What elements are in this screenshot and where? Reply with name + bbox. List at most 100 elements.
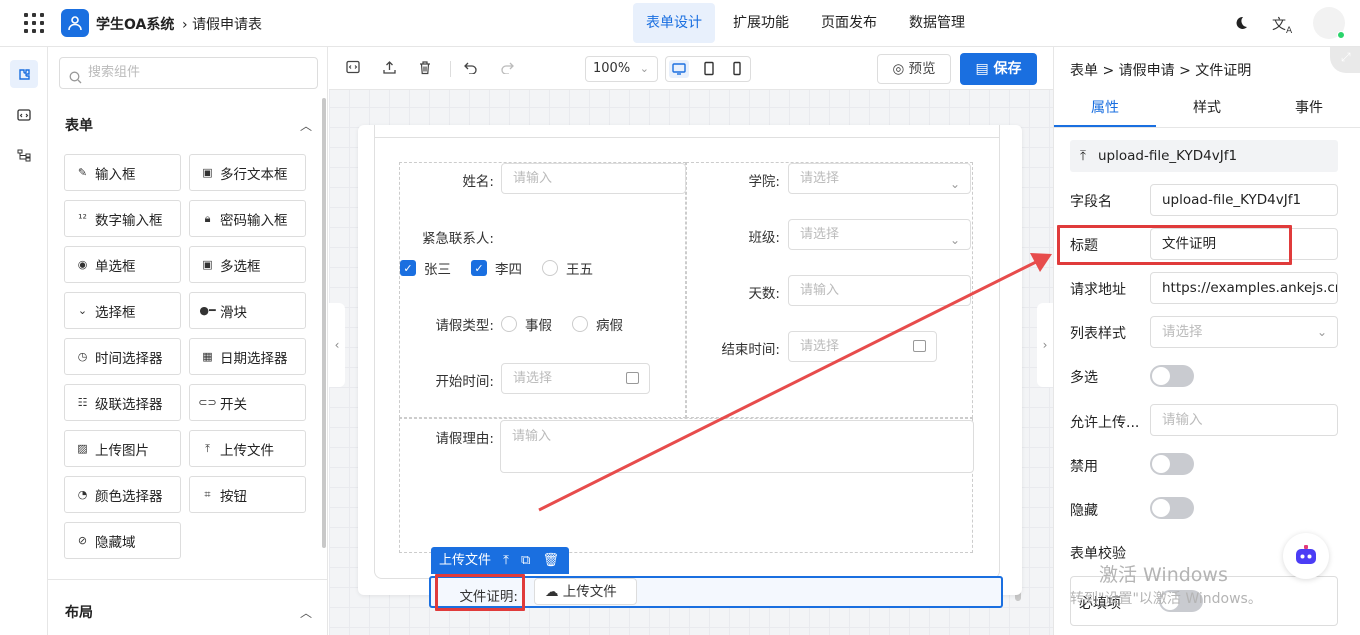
- chevron-down-icon: ⌄: [639, 62, 649, 75]
- comp-select[interactable]: ⌄ 选择框: [64, 292, 181, 329]
- comp-color-picker[interactable]: ◔ 颜色选择器: [64, 476, 181, 513]
- checkbox-checked-icon[interactable]: ✓: [400, 260, 416, 276]
- activation-watermark-subtitle: 转到"设置"以激活 Windows。: [1070, 591, 1262, 607]
- comp-cascader[interactable]: ☷ 级联选择器: [64, 384, 181, 421]
- radio-icon[interactable]: [501, 316, 517, 332]
- delete-icon[interactable]: [418, 60, 432, 79]
- layout-section-title[interactable]: 布局: [65, 602, 93, 622]
- dark-mode-icon[interactable]: [1233, 15, 1249, 35]
- cloud-upload-icon: ☁: [545, 584, 563, 600]
- comp-slider[interactable]: ●━ 滑块: [189, 292, 306, 329]
- calendar-icon: [626, 372, 639, 384]
- translate-icon[interactable]: 文A: [1272, 14, 1292, 36]
- chevron-up-icon[interactable]: ︿: [300, 117, 312, 134]
- radio-icon[interactable]: [572, 316, 588, 332]
- field-name-input[interactable]: upload-file_KYD4vJf1: [1150, 184, 1338, 216]
- reason-label: 请假理由:: [435, 431, 494, 447]
- form-section-title[interactable]: 表单: [65, 115, 93, 135]
- chevron-right-icon: ›: [182, 17, 193, 33]
- collapse-left-handle[interactable]: ‹: [329, 303, 345, 387]
- comp-date-picker[interactable]: ▦ 日期选择器: [189, 338, 306, 375]
- contact-option[interactable]: 张三: [424, 258, 451, 278]
- days-input[interactable]: 请输入: [788, 275, 971, 306]
- comp-switch[interactable]: ⊂⊃ 开关: [189, 384, 306, 421]
- save-button[interactable]: ▤ 保存: [960, 53, 1037, 85]
- assistant-bot-icon[interactable]: [1283, 533, 1329, 579]
- url-input[interactable]: https://examples.ankejs.cn/: [1150, 272, 1338, 304]
- contact-option[interactable]: 李四: [495, 258, 522, 278]
- calendar-icon: ▦: [202, 350, 213, 363]
- nav-tab-form-design[interactable]: 表单设计: [633, 3, 715, 43]
- trash-icon[interactable]: 🗑︎: [542, 553, 559, 568]
- upload-icon: ⤒: [1080, 148, 1086, 164]
- tab-events[interactable]: 事件: [1258, 89, 1360, 127]
- comp-upload-file[interactable]: ⤒ 上传文件: [189, 430, 306, 467]
- components-scrollbar[interactable]: [322, 98, 326, 548]
- search-icon: [69, 66, 82, 96]
- comp-input[interactable]: ✎ 输入框: [64, 154, 181, 191]
- code-rail-icon[interactable]: [10, 101, 38, 129]
- copy-icon[interactable]: ⧉: [521, 553, 530, 568]
- mobile-icon[interactable]: [727, 60, 747, 78]
- components-rail-icon[interactable]: [10, 60, 38, 88]
- start-time-label: 开始时间:: [435, 374, 494, 390]
- page-breadcrumb[interactable]: › 请假申请表: [182, 14, 262, 34]
- desktop-icon[interactable]: [669, 60, 689, 78]
- apps-grid-icon[interactable]: [24, 13, 44, 33]
- zoom-select[interactable]: 100% ⌄: [585, 56, 658, 82]
- radio-icon: ◉: [77, 258, 88, 271]
- collapse-right-handle[interactable]: ›: [1037, 303, 1053, 387]
- component-search-input[interactable]: 搜索组件: [59, 57, 318, 89]
- nav-tab-data[interactable]: 数据管理: [896, 3, 978, 43]
- move-top-icon[interactable]: ⤒: [503, 553, 509, 568]
- comp-radio[interactable]: ◉ 单选框: [64, 246, 181, 283]
- leave-type-option[interactable]: 事假: [525, 314, 552, 334]
- highlight-box-label: [435, 574, 525, 611]
- tab-styles[interactable]: 样式: [1156, 89, 1258, 127]
- checkbox-unchecked-icon[interactable]: [542, 260, 558, 276]
- comp-textarea[interactable]: ▣ 多行文本框: [189, 154, 306, 191]
- reason-textarea[interactable]: 请输入: [500, 420, 974, 473]
- start-time-picker[interactable]: 请选择: [501, 363, 650, 394]
- field-name-label: 字段名: [1070, 194, 1112, 210]
- comp-password[interactable]: 🔒︎ 密码输入框: [189, 200, 306, 237]
- tree-rail-icon[interactable]: [10, 141, 38, 169]
- comp-button[interactable]: ⌗ 按钮: [189, 476, 306, 513]
- college-select[interactable]: 请选择 ⌄: [788, 163, 971, 194]
- contact-option[interactable]: 王五: [566, 258, 593, 278]
- end-time-picker[interactable]: 请选择: [788, 331, 937, 362]
- comp-number[interactable]: ¹² 数字输入框: [64, 200, 181, 237]
- multiple-toggle[interactable]: [1150, 365, 1194, 387]
- tab-properties[interactable]: 属性: [1054, 89, 1156, 127]
- slider-icon: ●━: [199, 304, 216, 317]
- name-label: 姓名:: [462, 174, 494, 190]
- hidden-toggle[interactable]: [1150, 497, 1194, 519]
- disabled-toggle[interactable]: [1150, 453, 1194, 475]
- palette-icon: ◔: [77, 488, 88, 501]
- undo-icon[interactable]: [463, 60, 478, 78]
- comp-checkbox[interactable]: ▣ 多选框: [189, 246, 306, 283]
- leave-type-option[interactable]: 病假: [596, 314, 623, 334]
- comp-hidden-field[interactable]: ⊘ 隐藏域: [64, 522, 181, 559]
- code-icon[interactable]: [346, 60, 360, 78]
- preview-button[interactable]: ◎ 预览: [877, 54, 951, 84]
- redo-icon[interactable]: [500, 60, 515, 78]
- name-input[interactable]: 请输入: [501, 163, 686, 194]
- upload-file-button[interactable]: ☁ 上传文件: [534, 578, 637, 605]
- chevron-up-icon[interactable]: ︿: [300, 604, 312, 621]
- selected-component-name: 上传文件: [439, 553, 492, 568]
- nav-tab-publish[interactable]: 页面发布: [808, 3, 890, 43]
- class-select[interactable]: 请选择 ⌄: [788, 219, 971, 250]
- checkbox-checked-icon[interactable]: ✓: [471, 260, 487, 276]
- component-id-header: ⤒ upload-file_KYD4vJf1: [1070, 140, 1338, 172]
- avatar[interactable]: [1313, 7, 1345, 39]
- export-icon[interactable]: [382, 60, 397, 79]
- allow-upload-input[interactable]: 请输入: [1150, 404, 1338, 436]
- allow-upload-label: 允许上传...: [1070, 415, 1140, 431]
- tablet-icon[interactable]: [699, 60, 719, 78]
- comp-upload-image[interactable]: ▨ 上传图片: [64, 430, 181, 467]
- nav-tab-extensions[interactable]: 扩展功能: [720, 3, 802, 43]
- comp-time-picker[interactable]: ◷ 时间选择器: [64, 338, 181, 375]
- form-card: 姓名: 请输入 学院: 请选择 ⌄ 紧急联系人: ✓ 张三 ✓ 李四 王五 班级: 请…: [358, 125, 1022, 611]
- list-style-select[interactable]: 请选择 ⌄: [1150, 316, 1338, 348]
